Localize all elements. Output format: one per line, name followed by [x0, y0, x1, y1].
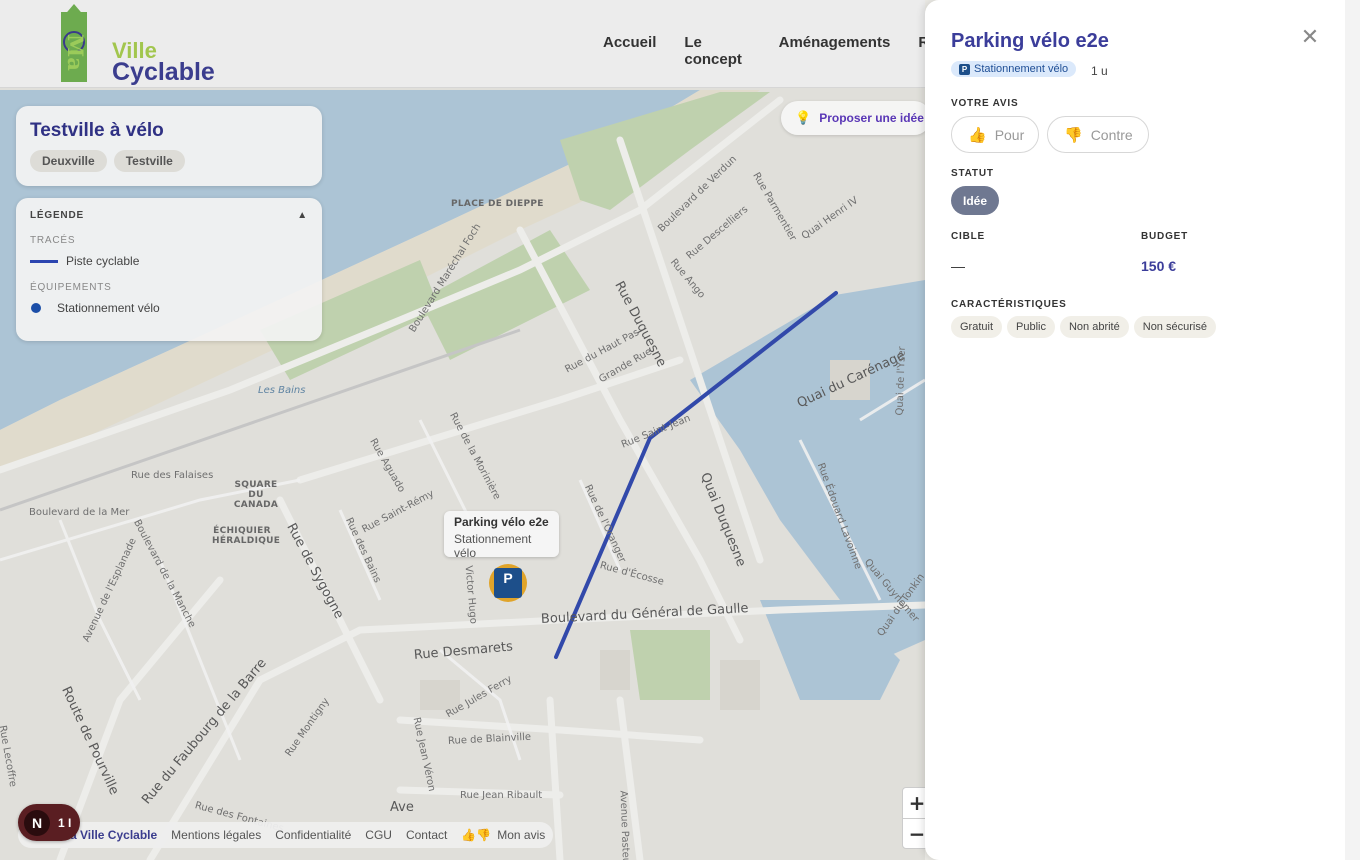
quantity-label: 1 u: [1091, 64, 1108, 78]
map-legend: LÉGENDE ▲ TRACÉS Piste cyclable ÉQUIPEME…: [16, 198, 322, 341]
city-chip-deuxville[interactable]: Deuxville: [30, 150, 107, 172]
avatar: N: [24, 809, 50, 836]
tag-non-securise: Non sécurisé: [1133, 316, 1216, 338]
city-card: Testville à vélo Deuxville Testville: [16, 106, 322, 186]
vote-pour-label: Pour: [994, 126, 1025, 143]
map-label: Rue des Falaises: [131, 470, 214, 481]
legend-line-swatch: [30, 259, 58, 263]
footer-mentions-link[interactable]: Mentions légales: [171, 828, 261, 842]
city-title: Testville à vélo: [30, 120, 164, 141]
avatar-count: 1 I: [58, 815, 72, 830]
statut-label: STATUT: [951, 168, 994, 179]
nav-amenagements[interactable]: Aménagements: [779, 34, 891, 68]
legend-item-stationnement: Stationnement vélo: [57, 301, 160, 315]
parking-icon: P: [959, 63, 970, 75]
city-chip-testville[interactable]: Testville: [113, 150, 185, 172]
logo-cyclable: Cyclable: [112, 58, 215, 86]
vote-pour-button[interactable]: 👍 Pour: [951, 116, 1039, 153]
map-label: Boulevard de la Mer: [29, 507, 130, 518]
thumbs-down-icon: 👎: [1064, 126, 1083, 144]
map-label: Ave: [390, 800, 414, 815]
site-header: Ma Ville Cyclable Accueil Le concept Amé…: [0, 0, 925, 88]
propose-idea-button[interactable]: 💡 Proposer une idée: [781, 101, 931, 135]
footer-bar: Ma Ville Cyclable Mentions légales Confi…: [18, 822, 553, 848]
map-popup: Parking vélo e2e Stationnement vélo: [444, 511, 559, 560]
thumbs-icon: 👍👎: [461, 828, 492, 842]
thumbs-up-icon: 👍: [968, 126, 987, 144]
tag-gratuit: Gratuit: [951, 316, 1003, 338]
nav-accueil[interactable]: Accueil: [603, 34, 656, 68]
map-label: SQUARE DU CANADA: [233, 480, 279, 510]
map-label: ÉCHIQUIER HÉRALDIQUE: [212, 526, 281, 546]
detail-panel: Parking vélo e2e ✕ P Stationnement vélo …: [925, 0, 1345, 860]
budget-value: 150 €: [1141, 258, 1177, 274]
close-icon[interactable]: ✕: [1299, 26, 1321, 48]
footer-mon-avis-link[interactable]: Mon avis: [497, 828, 545, 842]
caracteristiques-tags: Gratuit Public Non abrité Non sécurisé: [951, 316, 1216, 338]
logo-ma: Ma: [63, 34, 88, 71]
vote-contre-button[interactable]: 👎 Contre: [1047, 116, 1149, 153]
nav-le-concept[interactable]: Le concept: [684, 34, 750, 68]
budget-label: BUDGET: [1141, 231, 1189, 242]
map-label: Les Bains: [258, 385, 306, 396]
footer-confidentialite-link[interactable]: Confidentialité: [275, 828, 351, 842]
popup-title: Parking vélo e2e: [454, 515, 549, 529]
cible-label: CIBLE: [951, 231, 985, 242]
site-logo[interactable]: Ma Ville Cyclable: [58, 4, 228, 86]
propose-idea-label: Proposer une idée: [819, 111, 924, 125]
status-badge: Idée: [951, 186, 999, 215]
legend-item-piste: Piste cyclable: [66, 254, 140, 268]
nav-truncated[interactable]: R: [918, 34, 925, 68]
bike-parking-marker[interactable]: P: [489, 564, 527, 602]
map-label: PLACE DE DIEPPE: [451, 199, 544, 209]
lightbulb-icon: 💡: [795, 110, 812, 125]
category-badge: P Stationnement vélo: [951, 61, 1077, 77]
legend-collapse-icon[interactable]: ▲: [297, 210, 308, 221]
user-avatar-pill[interactable]: N 1 I: [18, 804, 80, 841]
caracteristiques-label: CARACTÉRISTIQUES: [951, 299, 1067, 310]
votre-avis-label: VOTRE AVIS: [951, 98, 1019, 109]
vote-contre-label: Contre: [1090, 126, 1133, 143]
bike-parking-icon: P: [494, 568, 522, 598]
legend-section-equipements: ÉQUIPEMENTS: [30, 282, 112, 293]
legend-title: LÉGENDE: [30, 210, 84, 221]
legend-dot-swatch: [31, 303, 41, 313]
map-label: Rue Jean Ribault: [460, 790, 543, 801]
category-badge-label: Stationnement vélo: [974, 63, 1069, 75]
legend-section-traces: TRACÉS: [30, 235, 76, 246]
scrollbar-track[interactable]: [1345, 0, 1360, 860]
main-nav: Accueil Le concept Aménagements R: [603, 34, 925, 68]
tag-non-abrite: Non abrité: [1059, 316, 1129, 338]
cible-value: —: [951, 258, 965, 274]
footer-contact-link[interactable]: Contact: [406, 828, 447, 842]
popup-subtitle: Stationnement vélo: [454, 532, 532, 560]
footer-cgu-link[interactable]: CGU: [365, 828, 392, 842]
panel-title: Parking vélo e2e: [951, 30, 1109, 52]
tag-public: Public: [1007, 316, 1055, 338]
